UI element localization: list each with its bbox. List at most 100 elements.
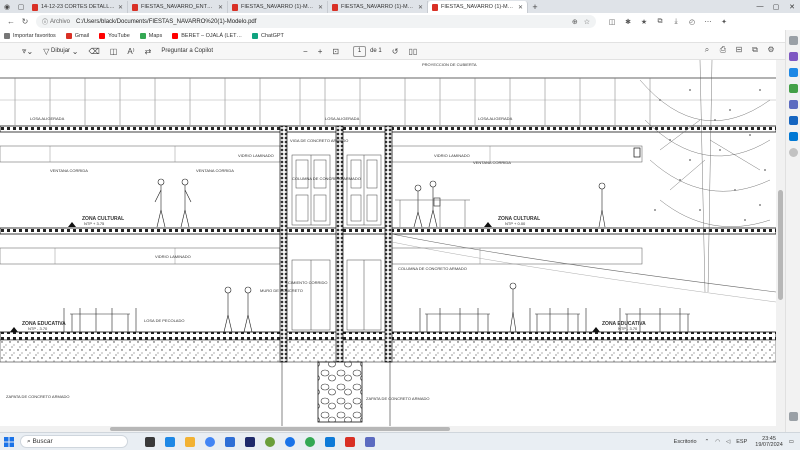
- scroll-thumb[interactable]: [778, 190, 783, 300]
- translate-button[interactable]: ⇄: [145, 47, 152, 56]
- url-text[interactable]: C:/Users/black/Documents/FIESTAS_NAVARRO…: [76, 19, 572, 25]
- browser-tab[interactable]: FIESTAS_NAVARRO (1)-Modelo.p✕: [328, 1, 428, 13]
- taskbar-app[interactable]: [320, 434, 340, 450]
- back-icon[interactable]: ←: [4, 15, 18, 29]
- office-icon[interactable]: [789, 132, 798, 141]
- pdf-page[interactable]: PROYECCION DE CUBIERTA LOSA ALIGERADA LO…: [0, 60, 776, 426]
- start-button[interactable]: [0, 436, 18, 447]
- taskbar-app[interactable]: [240, 434, 260, 450]
- browser-tab[interactable]: 14-12-23 CORTES DETALLADOS✕: [28, 1, 128, 13]
- browser-tab[interactable]: FIESTAS_NAVARRO (1)-Modelo.p✕: [228, 1, 328, 13]
- highlight-button[interactable]: ⩔ ⌄: [22, 46, 33, 56]
- bookmarks-bar: Importar favoritos Gmail YouTube Maps BE…: [0, 30, 800, 42]
- maximize-icon[interactable]: ▢: [768, 0, 784, 13]
- notification-icon[interactable]: ▭: [789, 439, 794, 445]
- save-as-icon[interactable]: ⧉: [747, 45, 763, 55]
- rotate-button[interactable]: ↺: [392, 47, 399, 56]
- copilot-icon[interactable]: [789, 52, 798, 61]
- url-field[interactable]: ⓘ Archivo C:/Users/black/Documents/FIEST…: [36, 15, 596, 28]
- close-tab-icon[interactable]: ✕: [518, 4, 523, 11]
- task-view-icon: [145, 436, 155, 447]
- add-icon[interactable]: [789, 148, 798, 157]
- search-icon[interactable]: ⌕: [699, 45, 715, 55]
- collections-icon[interactable]: ⧉: [652, 18, 668, 26]
- split-screen-icon[interactable]: ◫: [604, 18, 620, 26]
- browser-tab-active[interactable]: FIESTAS_NAVARRO (1)-Modelo.p✕: [428, 1, 528, 13]
- taskbar-app[interactable]: [200, 434, 220, 450]
- profile-icon[interactable]: ◉: [0, 0, 14, 13]
- reload-icon[interactable]: ↻: [18, 15, 32, 29]
- print-icon[interactable]: ⎙: [715, 45, 731, 55]
- menu-icon[interactable]: ⋯: [700, 18, 716, 26]
- favorite-star-icon[interactable]: ☆: [584, 18, 590, 26]
- history-icon[interactable]: ◴: [684, 18, 700, 26]
- page-view-button[interactable]: ◫: [110, 47, 118, 56]
- save-icon[interactable]: ⊟: [731, 45, 747, 55]
- column: [279, 125, 288, 363]
- copilot-icon[interactable]: ✦: [716, 18, 732, 26]
- minimize-icon[interactable]: —: [752, 0, 768, 13]
- chevron-up-icon[interactable]: ⌃: [705, 439, 710, 445]
- read-aloud-button[interactable]: A⁾: [127, 47, 134, 56]
- zoom-out-button[interactable]: −: [303, 47, 308, 56]
- bookmark-chatgpt[interactable]: ChatGPT: [251, 33, 284, 39]
- browser-tab[interactable]: FIESTAS_NAVARRO_ENTREGA_FI✕: [128, 1, 228, 13]
- label-zapata: ZAPATA DE CONCRETO ARMADO: [366, 396, 430, 401]
- settings-icon[interactable]: ⚙: [763, 45, 779, 55]
- label-ntp: NTP + 0.00: [505, 221, 526, 226]
- taskbar-app[interactable]: [280, 434, 300, 450]
- vertical-scrollbar[interactable]: [776, 60, 785, 432]
- extensions-icon[interactable]: ✱: [620, 18, 636, 26]
- taskbar-app[interactable]: [180, 434, 200, 450]
- language-indicator[interactable]: ESP: [736, 439, 747, 445]
- sidebar-settings-icon[interactable]: [789, 412, 798, 421]
- search-icon[interactable]: [789, 36, 798, 45]
- bookmark-beret[interactable]: BERET – OJALÁ (LET…: [172, 33, 242, 39]
- draw-button[interactable]: ▽ Dibujar ⌄: [43, 47, 78, 56]
- close-tab-icon[interactable]: ✕: [418, 4, 423, 11]
- taskbar-app[interactable]: [340, 434, 360, 450]
- new-tab-button[interactable]: +: [528, 0, 542, 13]
- bookmark-maps[interactable]: Maps: [139, 33, 162, 39]
- task-view-button[interactable]: [140, 434, 160, 450]
- close-tab-icon[interactable]: ✕: [118, 4, 123, 11]
- pdf-file-icon: [232, 3, 238, 11]
- two-page-button[interactable]: ▯▯: [408, 47, 417, 56]
- taskbar-app[interactable]: [260, 434, 280, 450]
- bookmark-import[interactable]: Importar favoritos: [4, 33, 56, 39]
- bookmark-youtube[interactable]: YouTube: [99, 33, 130, 39]
- tab-actions-icon[interactable]: ▢: [14, 0, 28, 13]
- clock[interactable]: 23:45 19/07/2024: [755, 436, 783, 448]
- taskbar-app[interactable]: [160, 434, 180, 450]
- close-window-icon[interactable]: ✕: [784, 0, 800, 13]
- volume-icon[interactable]: ◁: [726, 439, 730, 445]
- copilot-button[interactable]: Preguntar a Copilot: [161, 48, 213, 54]
- wifi-icon[interactable]: ◠: [715, 439, 720, 445]
- info-icon[interactable]: ⓘ: [42, 17, 48, 26]
- outlook-icon[interactable]: [789, 116, 798, 125]
- games-icon[interactable]: [789, 100, 798, 109]
- zoom-in-button[interactable]: +: [318, 47, 323, 56]
- taskbar-app[interactable]: [300, 434, 320, 450]
- scroll-thumb[interactable]: [110, 427, 450, 431]
- favorites-icon[interactable]: ★: [636, 18, 652, 26]
- downloads-icon[interactable]: ⤓: [668, 18, 684, 26]
- zoom-icon[interactable]: ⊕: [572, 18, 578, 26]
- pdf-file-icon: [32, 3, 38, 11]
- page-number-input[interactable]: 1: [353, 45, 367, 57]
- tab-strip: ◉ ▢ 14-12-23 CORTES DETALLADOS✕ FIESTAS_…: [0, 0, 800, 13]
- bookmark-gmail[interactable]: Gmail: [65, 33, 89, 39]
- page-indicator: 1 de 1: [349, 45, 382, 57]
- desktop-label[interactable]: Escritorio: [674, 439, 697, 445]
- eraser-button[interactable]: ⌫: [88, 47, 99, 56]
- label-zapata: ZAPATA DE CONCRETO ARMADO: [6, 394, 70, 399]
- close-tab-icon[interactable]: ✕: [318, 4, 323, 11]
- taskbar-app[interactable]: [360, 434, 380, 450]
- close-tab-icon[interactable]: ✕: [218, 4, 223, 11]
- shopping-icon[interactable]: [789, 68, 798, 77]
- fit-page-button[interactable]: ⊡: [332, 47, 339, 56]
- column: [335, 125, 344, 363]
- tools-icon[interactable]: [789, 84, 798, 93]
- taskbar-app[interactable]: [220, 434, 240, 450]
- taskbar-search[interactable]: ⌕ Buscar: [20, 435, 128, 448]
